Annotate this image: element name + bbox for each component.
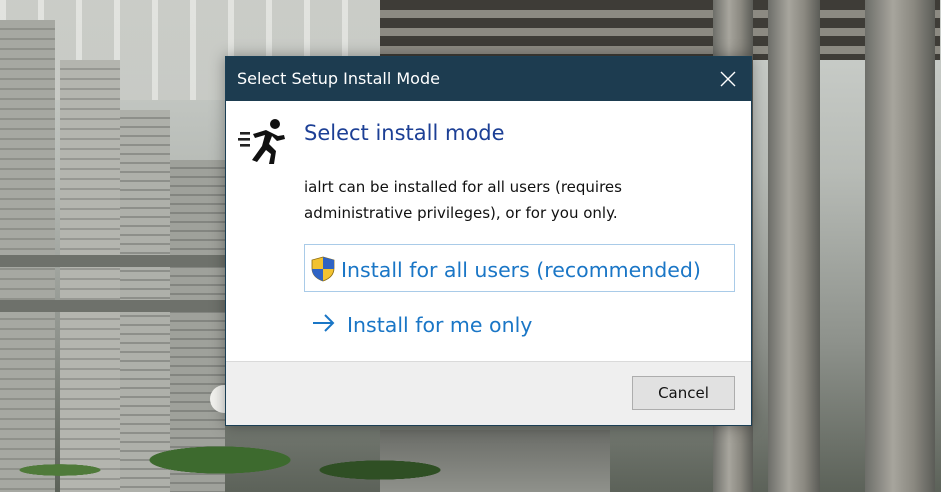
page-heading: Select install mode: [304, 121, 505, 145]
window-title: Select Setup Install Mode: [237, 69, 440, 88]
background-ledge: [0, 300, 225, 312]
background-pillar: [865, 0, 935, 492]
setup-install-mode-dialog: Select Setup Install Mode Select install…: [225, 56, 752, 426]
dialog-footer: Cancel: [226, 361, 751, 425]
background-pergola-right: [380, 0, 940, 60]
install-all-users-label: Install for all users (recommended): [341, 258, 701, 282]
background-ledge: [0, 255, 225, 267]
install-all-users-button[interactable]: Install for all users (recommended): [304, 244, 735, 292]
title-bar[interactable]: Select Setup Install Mode: [226, 57, 751, 101]
close-button[interactable]: [705, 57, 751, 101]
install-me-only-button[interactable]: Install for me only: [304, 300, 735, 348]
arrow-right-icon: [311, 312, 337, 339]
close-icon: [720, 71, 736, 87]
install-me-only-label: Install for me only: [347, 313, 533, 337]
running-man-icon: [238, 117, 290, 165]
background-pillar: [768, 0, 820, 492]
uac-shield-icon: [311, 256, 335, 287]
install-description: ialrt can be installed for all users (re…: [304, 178, 622, 222]
cancel-button[interactable]: Cancel: [632, 376, 735, 410]
